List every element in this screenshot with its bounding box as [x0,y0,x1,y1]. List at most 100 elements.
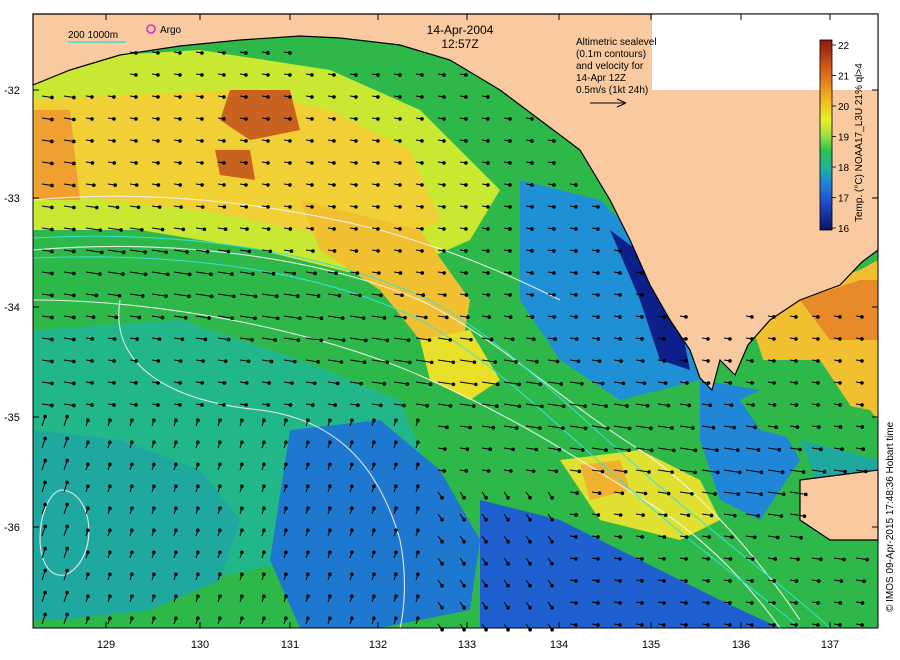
velocity-arrow-head [218,550,222,555]
velocity-arrow-head [816,381,820,385]
velocity-arrow-head [134,381,138,385]
velocity-arrow-head [65,590,69,595]
velocity-arrow-head [240,594,244,599]
velocity-arrow-head [618,337,622,341]
velocity-arrow-head [218,616,222,621]
velocity-arrow-head [134,139,138,143]
velocity-arrow-head [218,462,222,467]
velocity-arrow-head [143,250,147,255]
velocity-arrow-head [379,403,383,408]
velocity-arrow-head [240,550,244,555]
velocity-arrow-head [728,359,732,363]
velocity-arrow-head [284,484,288,489]
velocity-arrow-head [706,381,711,385]
velocity-arrow-head [72,227,76,232]
velocity-arrow-head [218,484,222,489]
velocity-arrow-head [425,403,429,408]
velocity-arrow-head [838,381,842,385]
velocity-arrow-head [711,425,716,430]
velocity-arrow-head [296,338,301,342]
velocity-arrow-head [226,337,231,342]
velocity-arrow-head [306,484,310,489]
velocity-arrow-head [640,271,644,275]
velocity-arrow-head [706,359,710,363]
velocity-arrow-head [552,139,556,143]
velocity-arrow-head [385,338,390,343]
velocity-arrow-head [50,161,54,166]
velocity-arrow-head [72,95,76,100]
velocity-arrow-head [178,95,182,99]
velocity-arrow-head [230,272,234,276]
velocity-arrow-head [574,535,578,539]
velocity-arrow-head [50,205,54,210]
velocity-arrow-head [508,315,513,319]
velocity-arrow-head [382,382,387,386]
velocity-arrow-head [538,382,543,386]
velocity-arrow-head [86,418,90,423]
velocity-arrow-head [359,381,363,386]
argo-label: Argo [160,25,182,36]
velocity-arrow-head [310,73,314,77]
velocity-arrow-head [244,95,248,99]
velocity-arrow-head [134,161,138,165]
velocity-arrow-head [130,594,134,599]
velocity-arrow-head [90,337,95,341]
velocity-arrow-head [795,425,800,429]
velocity-arrow-head [196,616,200,621]
velocity-arrow-head [43,480,47,485]
velocity-arrow-head [43,590,47,595]
velocity-arrow-head [152,550,156,555]
velocity-arrow-head [178,359,183,363]
velocity-arrow-head [640,359,645,363]
velocity-arrow-head [796,557,800,561]
velocity-arrow-head [670,426,674,430]
velocity-arrow-head [222,95,226,99]
velocity-arrow-head [288,227,293,231]
velocity-arrow-head [200,139,204,143]
velocity-arrow-head [376,205,380,209]
svg-text:(0.1m contours): (0.1m contours) [576,49,646,60]
velocity-arrow-head [407,360,412,365]
velocity-arrow-head [262,616,266,621]
velocity-arrow-head [288,161,292,165]
velocity-arrow-head [266,95,270,99]
velocity-arrow-head [135,337,139,341]
velocity-arrow-head [361,316,366,320]
velocity-arrow-head [662,535,667,539]
velocity-arrow-head [464,73,468,77]
velocity-arrow-head [288,205,292,209]
velocity-arrow-head [262,462,266,467]
velocity-arrow-head [684,601,688,605]
velocity-arrow-head [684,359,688,363]
velocity-arrow-head [756,448,761,452]
velocity-arrow-head [511,447,515,452]
velocity-arrow-head [152,616,156,621]
velocity-arrow-head [420,183,424,187]
velocity-arrow-head [86,572,90,577]
velocity-arrow-head [354,205,358,209]
velocity-arrow-head [50,271,54,276]
lat-tick-label: -36 [4,522,20,534]
velocity-arrow-head [618,249,622,253]
velocity-arrow-head [332,161,336,165]
velocity-arrow-head [130,440,134,445]
velocity-arrow-head [112,337,117,341]
velocity-arrow-head [313,271,317,276]
velocity-arrow-head [398,227,402,231]
velocity-arrow-head [576,359,581,364]
velocity-arrow-head [618,601,622,605]
velocity-arrow-head [292,271,296,276]
velocity-arrow-head [180,337,185,342]
velocity-arrow-head [794,315,798,319]
velocity-arrow-head [130,528,134,533]
velocity-arrow-head [350,528,354,533]
velocity-arrow-head [428,382,433,386]
velocity-arrow-head [690,491,694,496]
velocity-arrow-head [306,440,310,445]
velocity-arrow-head [420,205,424,209]
velocity-arrow-head [596,579,600,583]
velocity-arrow-head [152,572,156,577]
velocity-arrow-head [136,205,141,210]
velocity-arrow-head [262,440,266,445]
velocity-arrow-head [484,495,488,500]
